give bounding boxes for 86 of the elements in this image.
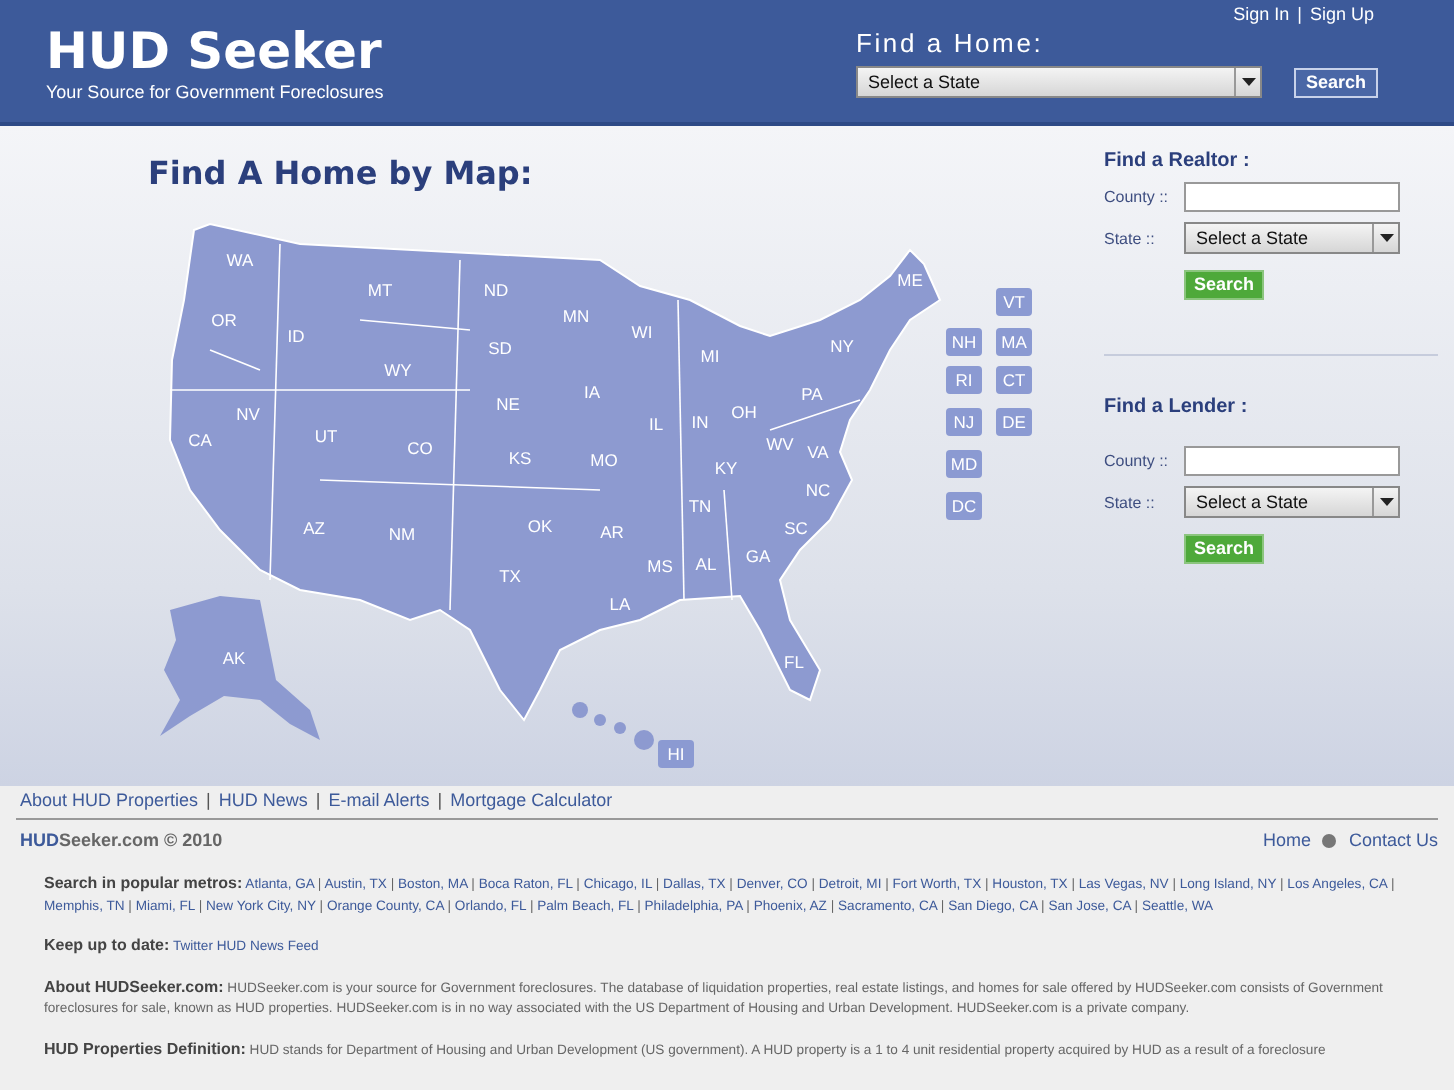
state-label[interactable]: VA	[807, 442, 829, 462]
footer-link[interactable]: HUD News	[218, 790, 308, 810]
state-label[interactable]: ID	[287, 326, 305, 346]
state-label[interactable]: SD	[488, 338, 512, 358]
footer-link[interactable]: About HUD Properties	[20, 790, 199, 810]
state-select[interactable]: Select a State	[856, 66, 1262, 98]
state-label[interactable]: NM	[388, 524, 416, 544]
state-label[interactable]: NY	[830, 336, 854, 356]
state-label[interactable]: UT	[314, 426, 338, 446]
footer-link[interactable]: Contact Us	[1348, 830, 1438, 850]
state-label[interactable]: MT	[367, 280, 393, 300]
state-label[interactable]: GA	[745, 546, 771, 566]
search-button[interactable]: Search	[1184, 533, 1265, 563]
state-label[interactable]: TX	[499, 566, 521, 586]
county-field[interactable]	[1184, 182, 1400, 212]
field-label: State ::	[1104, 493, 1157, 511]
state-select[interactable]: Select a State	[1184, 222, 1400, 254]
state-button[interactable]: NJ	[946, 408, 982, 436]
state-select[interactable]: Select a State	[1184, 486, 1400, 518]
caret-icon	[1379, 234, 1393, 242]
state-button[interactable]: CT	[996, 366, 1032, 394]
footer-link[interactable]: E-mail Alerts	[328, 790, 430, 810]
field-label: State ::	[1104, 229, 1157, 247]
state-label[interactable]: MN	[562, 306, 590, 326]
tagline: Your Source for Government Foreclosures	[46, 82, 384, 102]
state-button[interactable]: DE	[996, 408, 1032, 436]
state-button[interactable]: DC	[946, 492, 982, 520]
sign-in-link[interactable]: Sign In	[1233, 4, 1290, 24]
footer-link[interactable]: Mortgage Calculator	[450, 790, 613, 810]
field-label: County ::	[1104, 188, 1171, 206]
state-label[interactable]: FL	[784, 652, 804, 672]
copyright: HUDSeeker.com © 2010	[20, 830, 223, 850]
separator: |	[1297, 4, 1302, 24]
state-label[interactable]: MS	[647, 556, 673, 576]
state-label[interactable]: AL	[695, 554, 717, 574]
search-button[interactable]: Search	[1294, 67, 1379, 97]
state-label[interactable]: TN	[688, 496, 712, 516]
field-label: County ::	[1104, 452, 1171, 470]
map-heading: Find A Home by Map:	[148, 154, 533, 192]
state-label[interactable]: LA	[609, 594, 631, 614]
state-label[interactable]: CO	[407, 438, 433, 458]
state-label[interactable]: OH	[731, 402, 757, 422]
state-label[interactable]: IL	[648, 414, 664, 434]
panel-heading: Find a Lender :	[1104, 396, 1248, 418]
state-button[interactable]: RI	[946, 366, 982, 394]
state-label[interactable]: PA	[801, 384, 823, 404]
state-label[interactable]: CA	[188, 430, 212, 450]
state-label[interactable]: MI	[700, 346, 720, 366]
state-label[interactable]: KY	[714, 458, 738, 478]
state-button[interactable]: MA	[996, 328, 1032, 356]
state-label[interactable]: IN	[691, 412, 709, 432]
state-button[interactable]: VT	[996, 288, 1032, 316]
site-logo[interactable]: HUD Seeker	[46, 24, 382, 80]
state-label[interactable]: WY	[384, 360, 412, 380]
state-label[interactable]: MO	[590, 450, 618, 470]
state-label[interactable]: NV	[236, 404, 260, 424]
footer-link[interactable]: Home	[1262, 830, 1311, 850]
bullet-icon	[1322, 833, 1337, 847]
state-label[interactable]: AZ	[303, 518, 325, 538]
county-field[interactable]	[1184, 446, 1400, 476]
find-home-heading: Find a Home:	[856, 28, 1044, 58]
panel-heading: Find a Realtor :	[1104, 150, 1250, 172]
state-button[interactable]: NH	[946, 328, 982, 356]
state-button[interactable]: HI	[658, 740, 694, 768]
state-label[interactable]: ND	[483, 280, 509, 300]
state-label[interactable]: AR	[600, 522, 624, 542]
separator: |	[437, 790, 443, 810]
state-label[interactable]: WI	[631, 322, 653, 342]
state-label[interactable]: OK	[527, 516, 553, 536]
state-label[interactable]: NE	[496, 394, 520, 414]
state-button[interactable]: MD	[946, 450, 982, 478]
state-label[interactable]: AK	[222, 648, 246, 668]
state-label[interactable]: SC	[784, 518, 808, 538]
separator: |	[315, 790, 321, 810]
search-button[interactable]: Search	[1184, 269, 1265, 299]
state-label[interactable]: WA	[226, 250, 254, 270]
sign-up-link[interactable]: Sign Up	[1309, 4, 1374, 24]
state-label[interactable]: NC	[805, 480, 831, 500]
state-label[interactable]: WV	[766, 434, 794, 454]
caret-icon	[1379, 498, 1393, 506]
state-label[interactable]: OR	[211, 310, 237, 330]
separator: |	[206, 790, 211, 810]
state-label[interactable]: ME	[897, 270, 923, 290]
state-label[interactable]: KS	[508, 448, 532, 468]
caret-icon	[1241, 78, 1255, 86]
state-label[interactable]: IA	[583, 382, 601, 402]
